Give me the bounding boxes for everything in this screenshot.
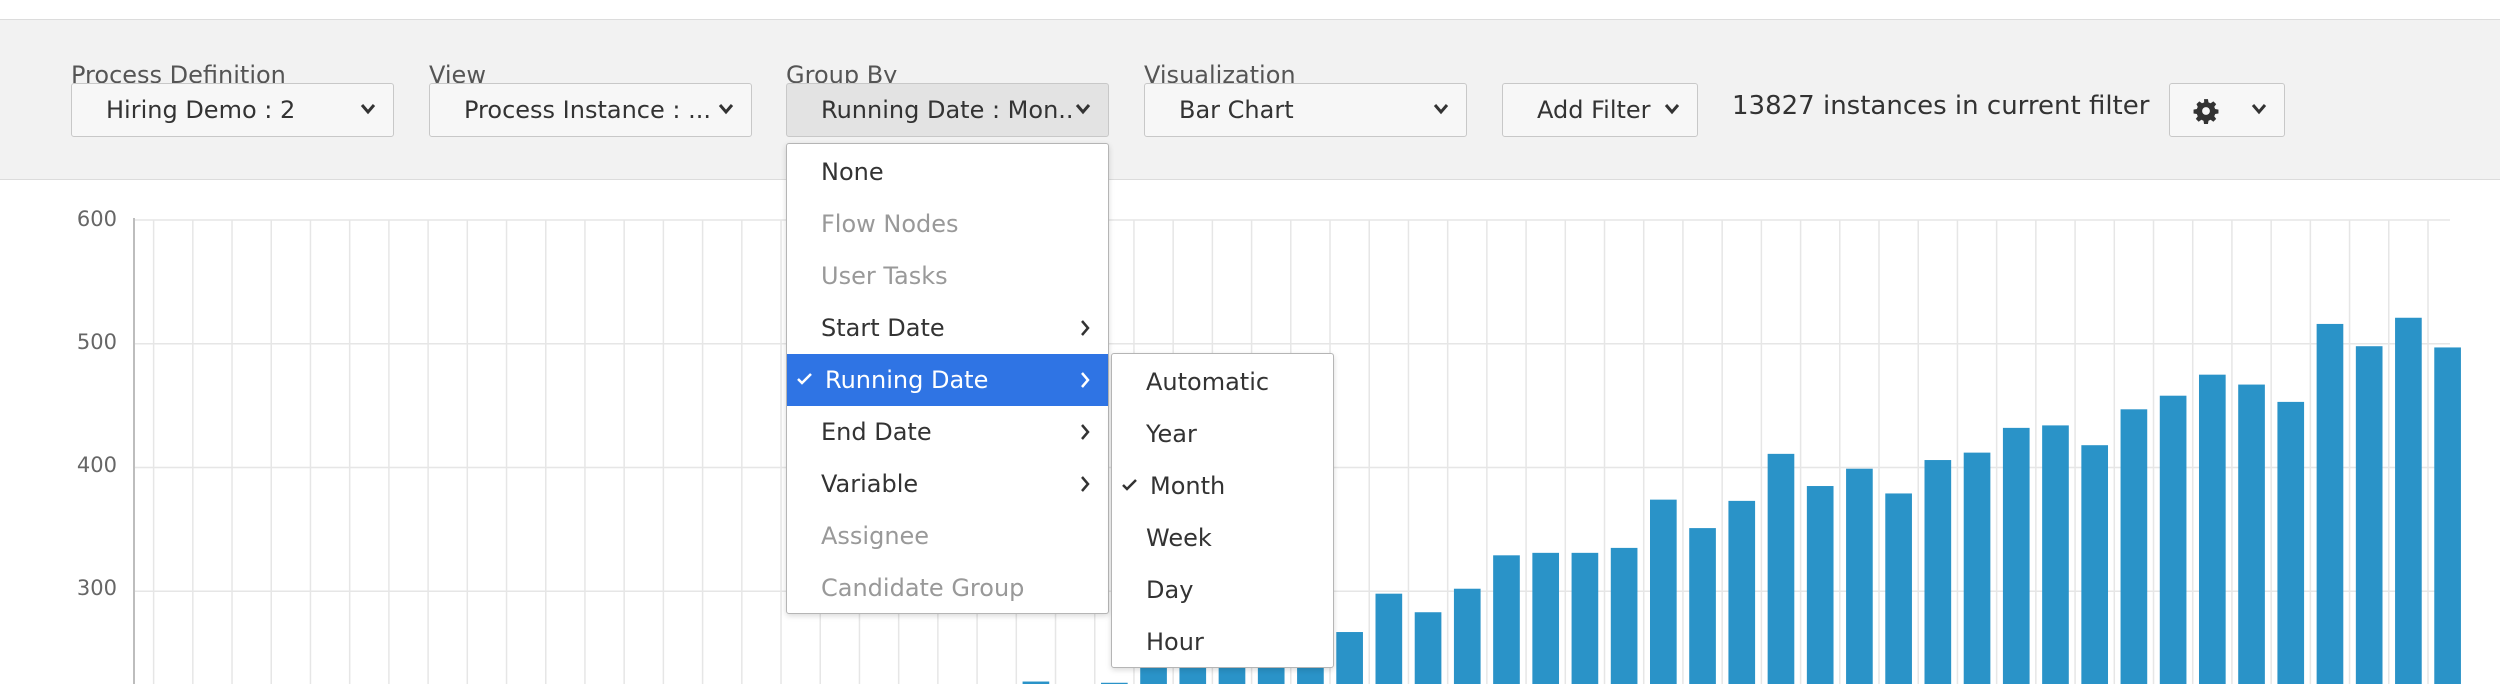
chart-bar[interactable] — [1963, 452, 1991, 684]
checkmark-icon — [1122, 479, 1137, 491]
chevron-right-icon — [1081, 372, 1090, 388]
submenu-item-hour[interactable]: Hour — [1112, 616, 1333, 668]
chart-bar[interactable] — [1650, 499, 1677, 684]
chart-bar[interactable] — [2120, 409, 2148, 684]
menu-item-label: Running Date — [825, 366, 989, 394]
group-by-select[interactable]: Running Date : Mon... — [786, 83, 1109, 137]
submenu-item-label: Month — [1150, 472, 1226, 500]
y-tick-label: 400 — [77, 453, 117, 477]
chart-bar[interactable] — [2238, 384, 2265, 684]
chevron-right-icon — [1081, 320, 1090, 336]
submenu-item-day[interactable]: Day — [1112, 564, 1333, 616]
submenu-item-year[interactable]: Year — [1112, 408, 1333, 460]
menu-item-none[interactable]: None — [787, 146, 1108, 198]
menu-item-label: Variable — [821, 470, 919, 498]
submenu-item-label: Hour — [1146, 628, 1204, 656]
menu-item-running-date[interactable]: Running Date — [787, 354, 1108, 406]
submenu-item-label: Year — [1146, 420, 1197, 448]
chart-bar[interactable] — [2355, 346, 2383, 684]
chart-bar[interactable] — [1846, 468, 1873, 684]
menu-item-end-date[interactable]: End Date — [787, 406, 1108, 458]
chevron-down-icon — [1075, 104, 1091, 115]
add-filter-label: Add Filter — [1537, 96, 1651, 124]
chart-bar[interactable] — [2042, 425, 2069, 684]
y-tick-label: 300 — [77, 576, 117, 600]
chevron-down-icon — [1433, 104, 1449, 115]
process-definition-value: Hiring Demo : 2 — [106, 96, 296, 124]
menu-item-label: Assignee — [821, 522, 930, 550]
submenu-item-label: Week — [1146, 524, 1212, 552]
y-tick-label: 600 — [77, 207, 117, 231]
chart-bar[interactable] — [1728, 500, 1756, 684]
visualization-select[interactable]: Bar Chart — [1144, 83, 1467, 137]
chart-bar[interactable] — [2159, 395, 2187, 684]
chart-bar[interactable] — [1493, 555, 1520, 684]
chart-bar[interactable] — [1689, 528, 1716, 684]
chart-bar[interactable] — [1610, 547, 1638, 684]
submenu-item-automatic[interactable]: Automatic — [1112, 356, 1333, 408]
chart-bar[interactable] — [1336, 632, 1363, 684]
menu-item-label: Start Date — [821, 314, 945, 342]
process-definition-select[interactable]: Hiring Demo : 2 — [71, 83, 394, 137]
view-value: Process Instance : ... — [464, 96, 711, 124]
report-controls-bar: Process Definition Hiring Demo : 2 View … — [0, 19, 2500, 180]
submenu-item-label: Automatic — [1146, 368, 1270, 396]
menu-item-user-tasks: User Tasks — [787, 250, 1108, 302]
chevron-down-icon — [1664, 104, 1680, 115]
chart-bar[interactable] — [1885, 493, 1912, 684]
menu-item-flow-nodes: Flow Nodes — [787, 198, 1108, 250]
group-by-value: Running Date : Mon... — [821, 96, 1074, 124]
menu-item-label: Flow Nodes — [821, 210, 959, 238]
chart-bar[interactable] — [2277, 401, 2305, 684]
chart-bar[interactable] — [1453, 588, 1481, 684]
chart-bar[interactable] — [2002, 427, 2030, 684]
instance-count: 13827 instances in current filter — [1732, 91, 2150, 121]
chevron-down-icon — [2251, 104, 2267, 115]
menu-item-label: End Date — [821, 418, 932, 446]
add-filter-button[interactable]: Add Filter — [1502, 83, 1698, 137]
menu-item-variable[interactable]: Variable — [787, 458, 1108, 510]
chart-bar[interactable] — [2198, 374, 2226, 684]
y-tick-label: 500 — [77, 330, 117, 354]
chart-bar[interactable] — [1375, 593, 1403, 684]
submenu-item-label: Day — [1146, 576, 1194, 604]
menu-item-label: None — [821, 158, 884, 186]
visualization-value: Bar Chart — [1179, 96, 1294, 124]
chart-bar[interactable] — [1767, 453, 1795, 684]
chart-bar[interactable] — [1806, 486, 1834, 684]
settings-button[interactable] — [2169, 83, 2285, 137]
chart-bar[interactable] — [2434, 347, 2461, 684]
group-by-menu: None Flow Nodes User Tasks Start Date Ru… — [786, 143, 1109, 614]
chart-bar[interactable] — [1571, 552, 1599, 684]
chart-bar[interactable] — [1924, 460, 1952, 684]
chart-bar[interactable] — [2316, 323, 2344, 684]
chevron-down-icon — [718, 104, 734, 115]
chevron-right-icon — [1081, 476, 1090, 492]
gear-icon — [2193, 99, 2219, 124]
menu-item-start-date[interactable]: Start Date — [787, 302, 1108, 354]
menu-item-candidate-group: Candidate Group — [787, 562, 1108, 614]
chart-bar[interactable] — [2081, 445, 2109, 684]
submenu-item-week[interactable]: Week — [1112, 512, 1333, 564]
chevron-down-icon — [360, 104, 376, 115]
chart-bar[interactable] — [1414, 612, 1442, 684]
checkmark-icon — [797, 373, 812, 385]
menu-item-assignee: Assignee — [787, 510, 1108, 562]
submenu-item-month[interactable]: Month — [1112, 460, 1333, 512]
date-unit-submenu: Automatic Year Month Week Day Hour — [1111, 353, 1334, 668]
view-select[interactable]: Process Instance : ... — [429, 83, 752, 137]
chevron-right-icon — [1081, 424, 1090, 440]
chart-bar[interactable] — [2395, 317, 2422, 684]
chart-bar[interactable] — [1532, 552, 1560, 684]
menu-item-label: Candidate Group — [821, 574, 1025, 602]
menu-item-label: User Tasks — [821, 262, 948, 290]
